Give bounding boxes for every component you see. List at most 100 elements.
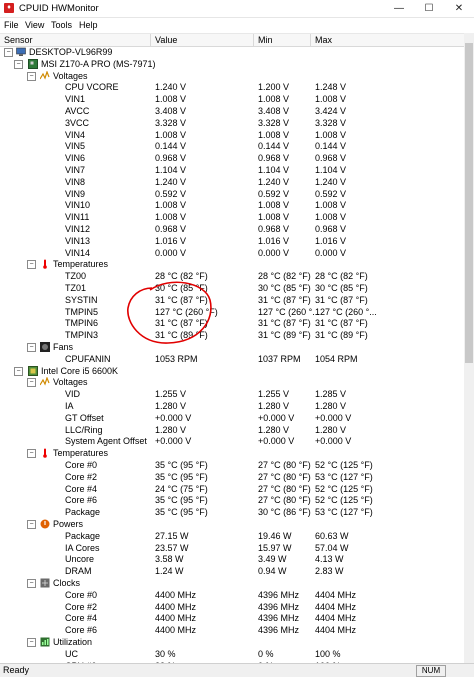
thermometer-icon	[40, 448, 50, 458]
menu-tools[interactable]: Tools	[51, 20, 72, 30]
sensor-max: 1.104 V	[315, 165, 347, 175]
collapse-toggle-icon[interactable]: −	[27, 449, 36, 459]
sensor-row: TMPIN6 31 °C (87 °F) 31 °C (87 °F) 31 °C (8…	[0, 317, 464, 329]
collapse-toggle-icon[interactable]: −	[27, 378, 36, 388]
sensor-value: 30 %	[155, 648, 176, 659]
sensor-max: 28 °C (82 °F)	[315, 271, 368, 282]
sensor-min: 30 °C (85 °F)	[258, 283, 311, 293]
sensor-min: 31 °C (87 °F)	[258, 294, 311, 305]
sensor-name: VID	[65, 389, 81, 400]
sensor-min: 127 °C (260 °...	[258, 306, 320, 317]
sensor-name: Package	[65, 507, 101, 518]
sensor-max: +0.000 V	[315, 436, 352, 447]
utilization-icon	[40, 637, 50, 647]
device-name: Intel Core i5 6600K	[41, 365, 119, 376]
sensor-value: 1.24 W	[155, 566, 184, 577]
sensor-row: Core #2 4400 MHz 4396 MHz 4404 MHz	[0, 601, 464, 613]
sensor-row: SYSTIN 31 °C (87 °F) 31 °C (87 °F) 31 °C (8…	[0, 294, 464, 306]
sensor-row: Package 27.15 W 19.46 W 60.63 W	[0, 530, 464, 542]
sensor-min: 31 °C (89 °F)	[258, 330, 311, 341]
close-button[interactable]: ✕	[444, 0, 474, 17]
menu-file[interactable]: File	[4, 20, 19, 30]
sensor-tree[interactable]: − DESKTOP-VL96R99− MSI Z170-A PRO (MS-7971…	[0, 46, 464, 663]
column-min[interactable]: Min	[254, 34, 311, 46]
collapse-toggle-icon[interactable]: −	[14, 366, 23, 376]
sensor-value: 0.144 V	[155, 141, 187, 152]
sensor-min: 1.008 V	[258, 200, 290, 211]
device-name: MSI Z170-A PRO (MS-7971)	[41, 58, 156, 69]
vertical-scrollbar[interactable]	[464, 33, 474, 663]
collapse-toggle-icon[interactable]: −	[4, 48, 13, 57]
sensor-min: 1.240 V	[258, 176, 290, 187]
sensor-min: 1037 RPM	[258, 353, 301, 364]
sensor-value: 27.15 W	[155, 530, 189, 541]
sensor-value: 31 °C (87 °F)	[155, 294, 208, 305]
sensor-name: Core #4	[65, 483, 98, 494]
sensor-name: IA Cores	[65, 542, 100, 553]
sensor-name: Core #4	[65, 613, 98, 624]
menu-help[interactable]: Help	[79, 20, 98, 30]
sensor-value: +0.000 V	[155, 412, 192, 423]
sensor-min: 4396 MHz	[258, 601, 300, 612]
sensor-name: CPUFANIN	[65, 353, 111, 364]
sensor-max: 0.592 V	[315, 188, 347, 199]
sensor-min: 0.000 V	[258, 247, 290, 258]
sensor-min: 0.144 V	[258, 141, 290, 152]
sensor-min: 1.008 V	[258, 212, 290, 223]
sensor-min: 0.968 V	[258, 224, 290, 234]
sensor-row: VIN10 1.008 V 1.008 V 1.008 V	[0, 199, 464, 211]
sensor-min: +0.000 V	[258, 412, 295, 423]
sensor-row: Core #4 4400 MHz 4396 MHz 4404 MHz	[0, 612, 464, 624]
fan-icon	[40, 342, 50, 352]
sensor-min: 27 °C (80 °F)	[258, 460, 311, 470]
scrollbar-thumb[interactable]	[465, 43, 473, 363]
sensor-name: VIN6	[65, 153, 86, 164]
tree-node-category: − Temperatures	[0, 447, 464, 459]
sensor-name: Core #0	[65, 460, 98, 470]
sensor-row: Core #6 4400 MHz 4396 MHz 4404 MHz	[0, 624, 464, 636]
column-value[interactable]: Value	[151, 34, 254, 46]
sensor-value: 0.968 V	[155, 153, 187, 164]
menu-bar: File View Tools Help	[0, 18, 474, 32]
collapse-toggle-icon[interactable]: −	[27, 260, 36, 270]
menu-view[interactable]: View	[25, 20, 44, 30]
sensor-max: 0.968 V	[315, 224, 347, 234]
sensor-name: VIN7	[65, 165, 86, 175]
collapse-toggle-icon[interactable]: −	[27, 520, 36, 529]
sensor-value: 4400 MHz	[155, 589, 197, 600]
sensor-min: 1.016 V	[258, 235, 290, 246]
tree-node-category: − Clocks	[0, 577, 464, 589]
sensor-name: TMPIN6	[65, 318, 99, 329]
maximize-button[interactable]: ☐	[414, 0, 444, 17]
category-name: Temperatures	[53, 448, 109, 459]
collapse-toggle-icon[interactable]: −	[27, 71, 36, 81]
sensor-value: 28 °C (82 °F)	[155, 271, 208, 282]
collapse-toggle-icon[interactable]: −	[14, 59, 23, 69]
sensor-name: VIN1	[65, 94, 86, 105]
sensor-min: 4396 MHz	[258, 625, 300, 636]
column-max[interactable]: Max	[311, 34, 464, 46]
sensor-name: Uncore	[65, 554, 95, 565]
collapse-toggle-icon[interactable]: −	[27, 343, 36, 352]
category-name: Powers	[53, 519, 84, 529]
tree-node-device: − Intel Core i5 6600K	[0, 365, 464, 377]
sensor-max: 1054 RPM	[315, 353, 358, 364]
sensor-value: 0.000 V	[155, 247, 187, 258]
sensor-min: +0.000 V	[258, 436, 295, 447]
sensor-max: 1.008 V	[315, 129, 347, 140]
sensor-name: IA	[65, 401, 74, 411]
sensor-min: 4396 MHz	[258, 613, 300, 624]
sensor-value: 31 °C (87 °F)	[155, 318, 208, 329]
sensor-max: 4.13 W	[315, 554, 344, 565]
sensor-row: GT Offset +0.000 V +0.000 V +0.000 V	[0, 412, 464, 424]
minimize-button[interactable]: —	[384, 0, 414, 17]
sensor-value: 4400 MHz	[155, 601, 197, 612]
sensor-name: AVCC	[65, 106, 90, 116]
collapse-toggle-icon[interactable]: −	[27, 579, 36, 588]
column-sensor[interactable]: Sensor	[0, 34, 151, 46]
sensor-min: 28 °C (82 °F)	[258, 271, 311, 282]
sensor-name: Core #2	[65, 471, 98, 482]
sensor-min: 27 °C (80 °F)	[258, 483, 311, 494]
collapse-toggle-icon[interactable]: −	[27, 638, 36, 647]
maximize-icon: ☐	[424, 3, 434, 14]
